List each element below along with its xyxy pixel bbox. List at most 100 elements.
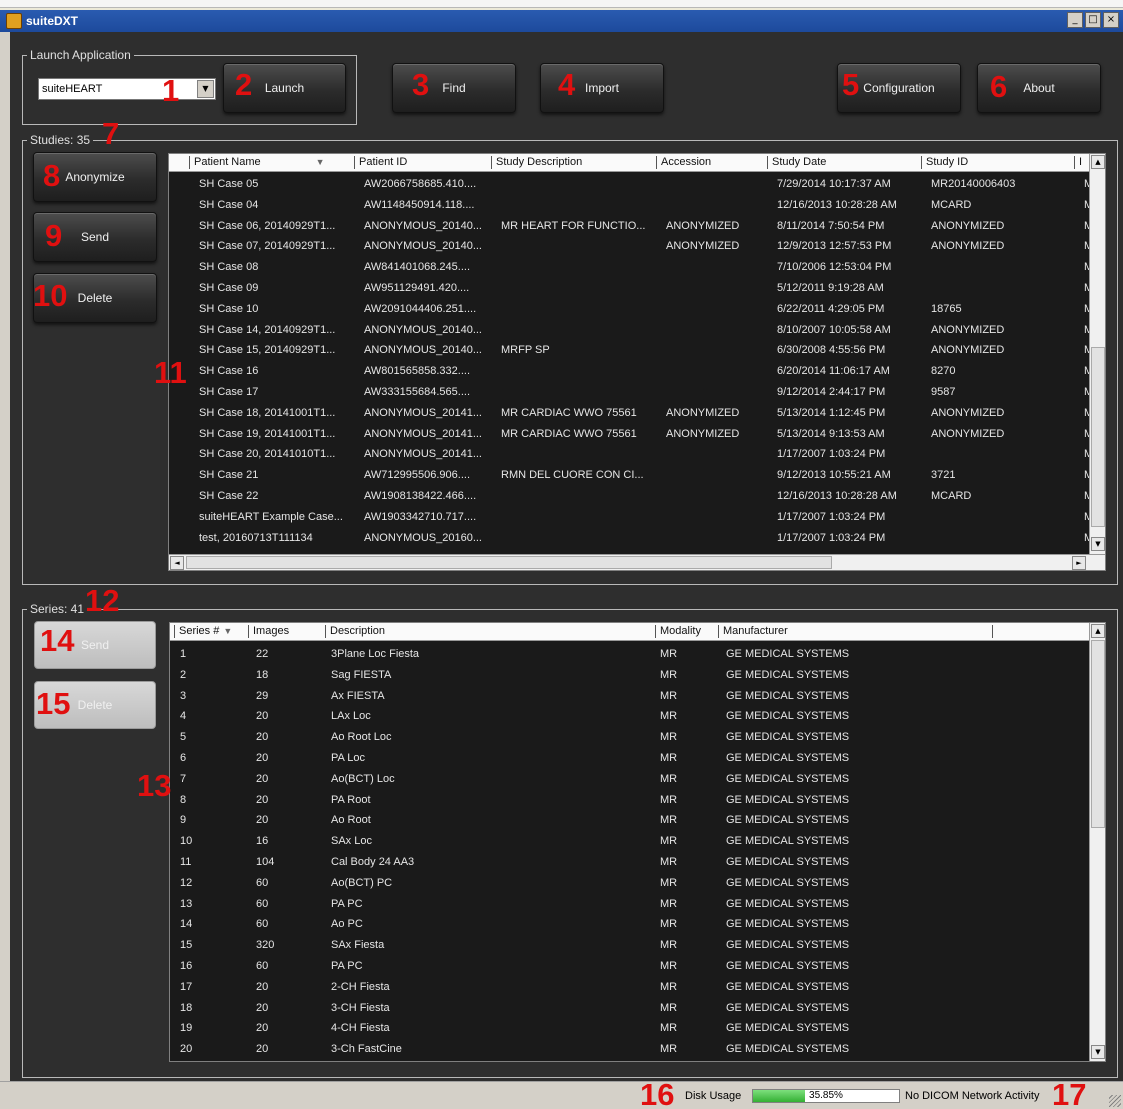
series-row[interactable]: 18 20 3-CH Fiesta MR GE MEDICAL SYSTEMS: [170, 998, 1088, 1019]
studies-count-legend: Studies: 35: [27, 133, 94, 147]
study-row[interactable]: SH Case 10 AW2091044406.251.... 6/22/2011 …: [169, 299, 1093, 320]
series-cell: 22: [256, 648, 269, 660]
series-row[interactable]: 1 22 3Plane Loc Fiesta MR GE MEDICAL SYSTEMS: [170, 644, 1088, 665]
study-row[interactable]: SH Case 16 AW801565858.332.... 6/20/2014 1…: [169, 361, 1093, 382]
study-cell: SH Case 05: [199, 178, 259, 190]
series-cell: MR: [660, 939, 678, 952]
callout-14: 14: [40, 623, 75, 658]
study-cell: ANONYMIZED: [666, 406, 740, 419]
series-cell: MR: [660, 1022, 678, 1035]
scroll-up-icon[interactable]: ▲: [1091, 155, 1105, 169]
scroll-up-icon[interactable]: ▲: [1091, 624, 1105, 638]
series-row[interactable]: 3 29 Ax FIESTA MR GE MEDICAL SYSTEMS: [170, 686, 1088, 707]
callout-11: 11: [154, 355, 187, 390]
maximize-button[interactable]: □: [1085, 12, 1101, 28]
series-cell: 5: [180, 731, 187, 744]
application-select[interactable]: suiteHEART ▼: [38, 78, 216, 100]
studies-col-study-description[interactable]: Study Description: [491, 156, 582, 169]
study-row[interactable]: SH Case 15, 20140929T1... ANONYMOUS_20140…: [169, 340, 1093, 361]
studies-col-truncated[interactable]: I: [1074, 156, 1082, 169]
study-row[interactable]: SH Case 17 AW333155684.565.... 9/12/2014 2…: [169, 382, 1093, 403]
series-row[interactable]: 15 320 SAx Fiesta MR GE MEDICAL SYSTEMS: [170, 935, 1088, 956]
study-row[interactable]: SH Case 22 AW1908138422.466.... 12/16/2013…: [169, 486, 1093, 507]
series-row[interactable]: 13 60 PA PC MR GE MEDICAL SYSTEMS: [170, 894, 1088, 915]
scroll-down-icon[interactable]: ▼: [1091, 537, 1105, 551]
study-row[interactable]: SH Case 07, 20140929T1... ANONYMOUS_20140…: [169, 236, 1093, 257]
series-col-images[interactable]: Images: [248, 625, 289, 638]
series-count-legend: Series: 41: [27, 602, 88, 616]
studies-col-patient-id[interactable]: Patient ID: [354, 156, 407, 169]
series-row[interactable]: 8 20 PA Root MR GE MEDICAL SYSTEMS: [170, 790, 1088, 811]
series-row[interactable]: 17 20 2-CH Fiesta MR GE MEDICAL SYSTEMS: [170, 977, 1088, 998]
series-cell: 7: [180, 772, 187, 785]
study-row[interactable]: test, 20160713T111134 ANONYMOUS_20160... 1…: [169, 528, 1093, 549]
study-row[interactable]: SH Case 05 AW2066758685.410.... 7/29/2014 …: [169, 174, 1093, 195]
study-row[interactable]: SH Case 21 AW712995506.906.... RMN DEL CUO…: [169, 465, 1093, 486]
study-row[interactable]: SH Case 19, 20141001T1... ANONYMOUS_20141…: [169, 424, 1093, 445]
series-row[interactable]: 7 20 Ao(BCT) Loc MR GE MEDICAL SYSTEMS: [170, 769, 1088, 790]
series-row[interactable]: 19 20 4-CH Fiesta MR GE MEDICAL SYSTEMS: [170, 1018, 1088, 1039]
top-edge: [0, 0, 1123, 8]
series-row[interactable]: 10 16 SAx Loc MR GE MEDICAL SYSTEMS: [170, 831, 1088, 852]
series-cell: 104: [256, 856, 275, 868]
study-row[interactable]: SH Case 09 AW951129491.420.... 5/12/2011 9…: [169, 278, 1093, 299]
scroll-left-icon[interactable]: ◄: [170, 556, 184, 570]
series-cell: 3-Ch FastCine: [331, 1043, 402, 1056]
scroll-down-icon[interactable]: ▼: [1091, 1045, 1105, 1059]
study-cell: 5/13/2014 9:13:53 AM: [777, 427, 885, 440]
series-row[interactable]: 12 60 Ao(BCT) PC MR GE MEDICAL SYSTEMS: [170, 873, 1088, 894]
series-row[interactable]: 16 60 PA PC MR GE MEDICAL SYSTEMS: [170, 956, 1088, 977]
studies-vertical-scroll-thumb[interactable]: [1091, 347, 1105, 527]
scroll-right-icon[interactable]: ►: [1072, 556, 1086, 570]
study-row[interactable]: SH Case 06, 20140929T1... ANONYMOUS_20140…: [169, 216, 1093, 237]
series-cell: PA PC: [331, 897, 363, 910]
studies-col-accession[interactable]: Accession: [656, 156, 711, 169]
study-cell: ANONYMOUS_20140...: [364, 219, 482, 232]
series-row[interactable]: 5 20 Ao Root Loc MR GE MEDICAL SYSTEMS: [170, 727, 1088, 748]
series-col-extra[interactable]: [992, 625, 997, 638]
minimize-button[interactable]: _: [1067, 12, 1083, 28]
series-vertical-scrollbar[interactable]: ▲ ▼: [1089, 623, 1105, 1061]
series-cell: 20: [256, 814, 269, 827]
studies-col-study-date[interactable]: Study Date: [767, 156, 826, 169]
study-row[interactable]: SH Case 08 AW841401068.245.... 7/10/2006 1…: [169, 257, 1093, 278]
studies-col-study-id[interactable]: Study ID: [921, 156, 968, 169]
close-button[interactable]: ×: [1103, 12, 1119, 28]
series-row[interactable]: 14 60 Ao PC MR GE MEDICAL SYSTEMS: [170, 914, 1088, 935]
chevron-down-icon[interactable]: ▼: [197, 80, 214, 98]
main-panel: Launch Application suiteHEART ▼ 1 Launch…: [10, 32, 1123, 1081]
series-cell: Ax FIESTA: [331, 689, 385, 702]
series-cell: 60: [256, 960, 269, 972]
series-cell: GE MEDICAL SYSTEMS: [726, 960, 850, 972]
study-row[interactable]: SH Case 20, 20141010T1... ANONYMOUS_20141…: [169, 444, 1093, 465]
disk-usage-progress: 35.85%: [752, 1089, 900, 1103]
study-cell: ANONYMIZED: [666, 240, 740, 253]
series-cell: 4-CH Fiesta: [331, 1022, 390, 1035]
study-row[interactable]: SH Case 14, 20140929T1... ANONYMOUS_20140…: [169, 320, 1093, 341]
study-cell: 1/17/2007 1:03:24 PM: [777, 448, 886, 461]
series-cell: 18: [256, 668, 269, 681]
series-row[interactable]: 11 104 Cal Body 24 AA3 MR GE MEDICAL SYSTEMS: [170, 852, 1088, 873]
study-cell: ANONYMIZED: [931, 323, 1005, 336]
series-col-description[interactable]: Description: [325, 625, 385, 638]
series-row[interactable]: 9 20 Ao Root MR GE MEDICAL SYSTEMS: [170, 810, 1088, 831]
study-row[interactable]: SH Case 04 AW1148450914.118.... 12/16/2013…: [169, 195, 1093, 216]
series-col-modality[interactable]: Modality: [655, 625, 701, 638]
series-row[interactable]: 20 20 3-Ch FastCine MR GE MEDICAL SYSTEMS: [170, 1039, 1088, 1060]
studies-col-patient-name[interactable]: Patient Name ▼: [189, 156, 352, 169]
series-col-number[interactable]: Series # ▼: [174, 625, 246, 638]
series-col-manufacturer[interactable]: Manufacturer: [718, 625, 788, 638]
study-cell: AW801565858.332....: [364, 365, 471, 378]
study-row[interactable]: SH Case 18, 20141001T1... ANONYMOUS_20141…: [169, 403, 1093, 424]
callout-4: 4: [558, 67, 576, 102]
resize-grip[interactable]: [1109, 1095, 1121, 1107]
studies-horizontal-scrollbar[interactable]: ◄ ►: [169, 554, 1105, 570]
series-row[interactable]: 2 18 Sag FIESTA MR GE MEDICAL SYSTEMS: [170, 665, 1088, 686]
find-button[interactable]: Find: [392, 63, 516, 113]
study-row[interactable]: suiteHEART Example Case... AW1903342710.7…: [169, 507, 1093, 528]
series-vertical-scroll-thumb[interactable]: [1091, 640, 1105, 828]
studies-horizontal-scroll-thumb[interactable]: [186, 556, 832, 569]
series-row[interactable]: 6 20 PA Loc MR GE MEDICAL SYSTEMS: [170, 748, 1088, 769]
studies-vertical-scrollbar[interactable]: ▲ ▼: [1089, 154, 1105, 554]
series-row[interactable]: 4 20 LAx Loc MR GE MEDICAL SYSTEMS: [170, 706, 1088, 727]
